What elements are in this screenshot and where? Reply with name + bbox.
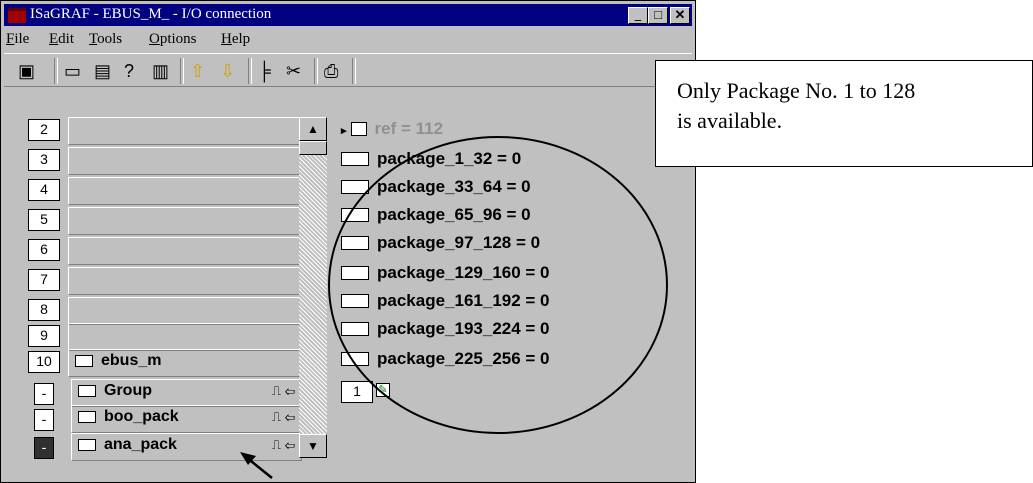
highlight-ellipse [328, 136, 668, 434]
callout-line-2: is available. [677, 108, 783, 133]
callout-line-1: Only Package No. 1 to 128 [677, 78, 916, 103]
callout-box: Only Package No. 1 to 128 is available. [655, 60, 1033, 167]
